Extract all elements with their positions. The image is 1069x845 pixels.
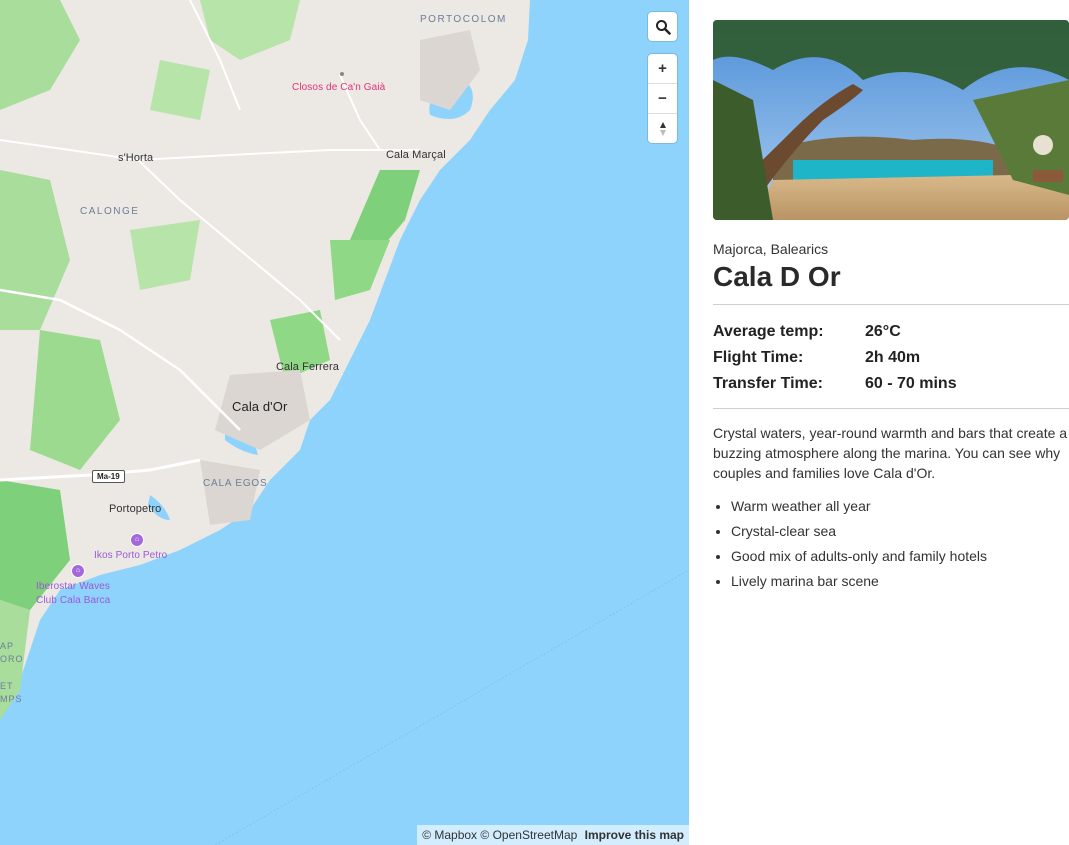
- stat-label: Transfer Time:: [713, 375, 823, 392]
- feature-item: Warm weather all year: [731, 494, 1069, 519]
- beach-photo-illustration: [713, 20, 1069, 220]
- feature-item: Good mix of adults-only and family hotel…: [731, 544, 1069, 569]
- map-label-cut-2a: ET: [0, 681, 14, 691]
- map-label-closos: Closos de Ca'n Gaià: [292, 82, 386, 93]
- stat-value: 60 - 70 mins: [865, 375, 957, 392]
- compass-button[interactable]: [648, 113, 677, 143]
- map[interactable]: PORTOCOLOM Closos de Ca'n Gaià s'Horta C…: [0, 0, 689, 845]
- compass-icon: [659, 121, 666, 136]
- hotel-marker-icon[interactable]: ⌂: [71, 564, 85, 578]
- search-icon: [655, 19, 671, 35]
- map-label-iberostar-line2: Club Cala Barca: [36, 595, 111, 606]
- map-label-cut-1b: ORO: [0, 654, 24, 664]
- osm-link[interactable]: © OpenStreetMap: [480, 828, 577, 842]
- map-base-layer: [0, 0, 689, 845]
- map-label-portopetro: Portopetro: [109, 503, 162, 515]
- mapbox-link[interactable]: © Mapbox: [422, 828, 477, 842]
- search-button[interactable]: [648, 12, 677, 41]
- hotel-marker-icon[interactable]: ⌂: [130, 533, 144, 547]
- map-label-iberostar-line1: Iberostar Waves: [36, 581, 110, 592]
- map-label-cala-ferrera: Cala Ferrera: [276, 361, 339, 373]
- zoom-in-button[interactable]: +: [648, 54, 677, 83]
- map-label-cut-2b: MPS: [0, 694, 23, 704]
- stat-label: Flight Time:: [713, 349, 804, 366]
- stat-row: Average temp: 26°C: [713, 319, 1069, 345]
- destination-panel: Majorca, Balearics Cala D Or Average tem…: [713, 20, 1069, 594]
- map-label-iberostar: Iberostar Waves Club Cala Barca: [36, 580, 110, 608]
- stat-label: Average temp:: [713, 323, 824, 340]
- map-navigation-control: + −: [648, 54, 677, 143]
- stat-value: 2h 40m: [865, 349, 921, 366]
- stat-row: Flight Time: 2h 40m: [713, 345, 1069, 371]
- improve-map-link[interactable]: Improve this map: [585, 828, 684, 842]
- divider: [713, 304, 1069, 305]
- map-label-shorta: s'Horta: [118, 152, 154, 164]
- stat-value: 26°C: [865, 323, 901, 340]
- feature-item: Crystal-clear sea: [731, 519, 1069, 544]
- destination-title: Cala D Or: [713, 261, 841, 292]
- map-label-cut-2: ET MPS: [0, 680, 23, 706]
- map-attribution: © Mapbox © OpenStreetMap Improve this ma…: [417, 825, 689, 845]
- road-shield-ma19: Ma-19: [92, 470, 125, 483]
- stat-row: Transfer Time: 60 - 70 mins: [713, 371, 1069, 397]
- map-label-ikos: Ikos Porto Petro: [94, 550, 168, 561]
- map-label-cut-1a: AP: [0, 641, 15, 651]
- map-search-control: [648, 12, 677, 41]
- map-label-cala-marcal: Cala Marçal: [386, 149, 446, 161]
- destination-stats: Average temp: 26°C Flight Time: 2h 40m T…: [713, 319, 1069, 397]
- map-label-cala-egos: CALA EGOS: [203, 478, 268, 489]
- zoom-out-button[interactable]: −: [648, 83, 677, 113]
- destination-region: Majorca, Balearics: [713, 241, 829, 257]
- divider: [713, 408, 1069, 409]
- feature-item: Lively marina bar scene: [731, 569, 1069, 594]
- map-label-portocolom: PORTOCOLOM: [420, 14, 507, 25]
- feature-list: Warm weather all year Crystal-clear sea …: [713, 494, 1069, 594]
- map-label-calonge: CALONGE: [80, 206, 140, 217]
- destination-photo: [713, 20, 1069, 220]
- map-label-cut-1: AP ORO: [0, 640, 24, 666]
- map-label-cala-dor: Cala d'Or: [232, 399, 288, 414]
- destination-description: Crystal waters, year-round warmth and ba…: [713, 425, 1068, 481]
